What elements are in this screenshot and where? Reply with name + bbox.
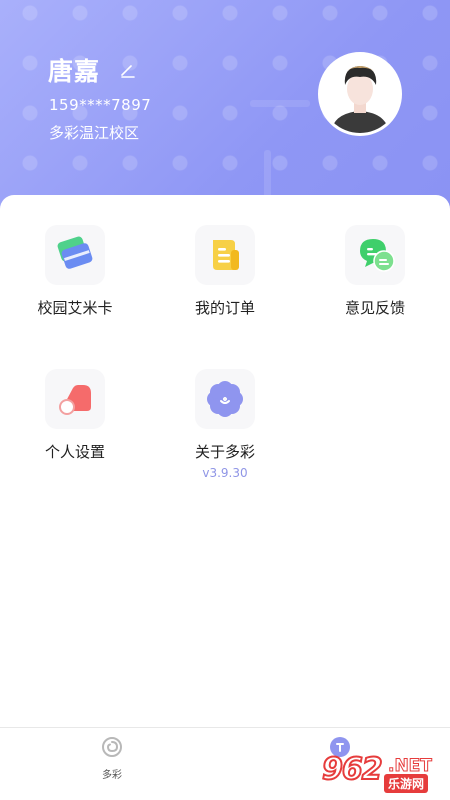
app-version: v3.9.30	[202, 466, 248, 480]
menu-label: 校园艾米卡	[37, 299, 113, 317]
toggle-settings-icon	[59, 385, 91, 415]
menu-item-my-orders[interactable]: 我的订单	[150, 225, 300, 318]
menu-item-feedback[interactable]: 意见反馈	[300, 225, 450, 318]
menu-card: 校园艾米卡 我的订单 意见反馈 个人设置 关于多彩 v3.9.30	[0, 195, 450, 735]
menu-item-campus-card[interactable]: 校园艾米卡	[0, 225, 150, 318]
watermark-number: 962	[321, 751, 384, 788]
menu-icon-box	[345, 225, 405, 285]
about-flower-icon	[207, 381, 243, 417]
menu-icon-box	[195, 225, 255, 285]
menu-label: 意见反馈	[344, 299, 405, 317]
avatar[interactable]	[318, 52, 402, 136]
swirl-icon	[102, 737, 122, 757]
menu-label: 个人设置	[44, 443, 105, 461]
menu-icon-box	[45, 225, 105, 285]
user-name: 唐嘉	[48, 57, 101, 86]
order-document-icon	[213, 240, 239, 270]
watermark-net: .NET	[388, 756, 433, 777]
menu-item-about[interactable]: 关于多彩 v3.9.30	[150, 369, 300, 480]
watermark-site-name: 乐游网	[384, 774, 429, 793]
user-campus: 多彩温江校区	[49, 124, 140, 142]
menu-item-personal-settings[interactable]: 个人设置	[0, 369, 150, 462]
tab-label: 多彩	[102, 770, 122, 781]
user-phone: 159****7897	[49, 96, 152, 114]
menu-icon-box	[195, 369, 255, 429]
menu-icon-box	[45, 369, 105, 429]
edit-pencil-icon[interactable]	[118, 60, 138, 80]
avatar-illustration	[321, 55, 399, 133]
menu-label: 关于多彩	[194, 443, 255, 461]
site-watermark: 962 .NET 乐游网	[318, 751, 444, 794]
campus-card-icon	[57, 236, 93, 269]
menu-label: 我的订单	[194, 299, 255, 317]
feedback-chat-icon	[360, 239, 395, 272]
header-decoration	[250, 100, 310, 107]
tab-duocai[interactable]: 多彩	[72, 736, 152, 781]
